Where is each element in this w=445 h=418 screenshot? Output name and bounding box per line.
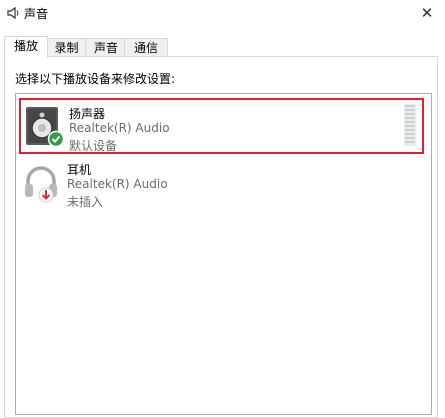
unplugged-arrow-icon: [38, 187, 54, 203]
tab-communications[interactable]: 通信: [124, 38, 168, 57]
device-driver: Realtek(R) Audio: [69, 121, 170, 135]
device-name: 扬声器: [69, 107, 106, 121]
headphones-icon: [25, 166, 57, 203]
device-driver: Realtek(R) Audio: [67, 177, 168, 191]
device-status: 未插入: [67, 195, 104, 209]
device-item-speaker[interactable]: 扬声器 Realtek(R) Audio 默认设备: [19, 98, 424, 154]
device-name: 耳机: [67, 163, 92, 177]
instruction-label: 选择以下播放设备来修改设置:: [15, 72, 176, 86]
title-bar: 声音 ✕: [0, 0, 445, 28]
device-item-headphones[interactable]: 耳机 Realtek(R) Audio 未插入: [19, 156, 420, 212]
default-check-icon: [47, 130, 65, 148]
volume-level-meter: [404, 104, 416, 146]
window-title: 声音: [24, 7, 49, 21]
close-button[interactable]: ✕: [409, 0, 445, 26]
tab-recording[interactable]: 录制: [45, 38, 88, 57]
speaker-app-icon: [7, 6, 19, 20]
device-list[interactable]: 扬声器 Realtek(R) Audio 默认设备 耳机 Realtek(R) …: [15, 93, 432, 415]
device-status: 默认设备: [69, 139, 118, 153]
tab-playback[interactable]: 播放: [4, 36, 48, 58]
tab-sounds[interactable]: 声音: [85, 38, 127, 57]
speaker-icon: [26, 107, 65, 148]
